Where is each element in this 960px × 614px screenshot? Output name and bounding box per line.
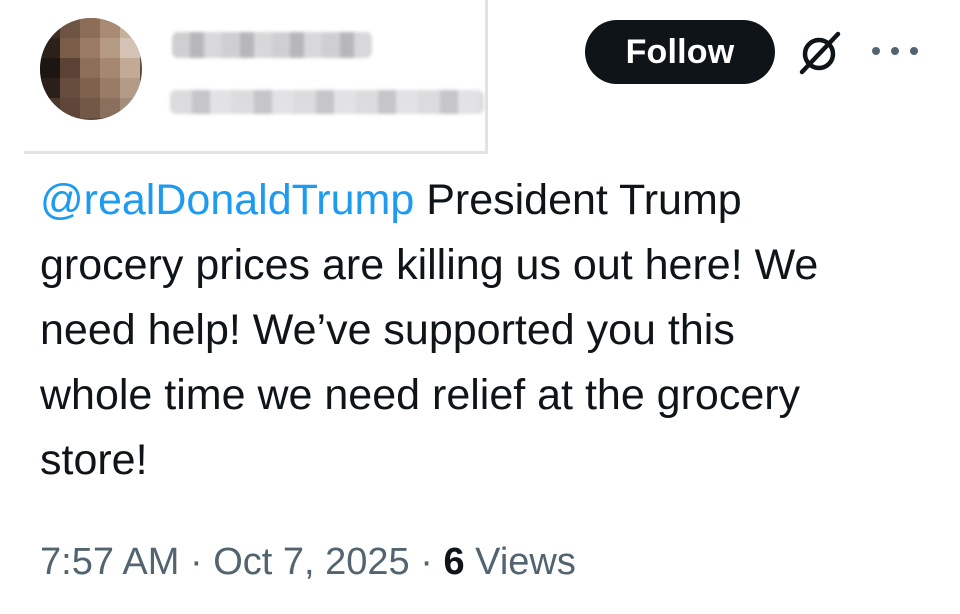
- avatar-pixel: [80, 98, 100, 118]
- grok-icon[interactable]: [796, 30, 842, 76]
- avatar-pixel: [60, 98, 80, 118]
- more-dot: [910, 47, 918, 55]
- tweet-card: Follow @realDonaldTrump President Trump …: [0, 0, 960, 614]
- avatar-pixel: [100, 38, 120, 58]
- mention-link[interactable]: @realDonaldTrump: [40, 176, 414, 224]
- avatar-pixel: [40, 38, 60, 58]
- avatar-pixel: [100, 18, 120, 38]
- meta-separator: ·: [189, 541, 203, 583]
- tweet-line: grocery prices are killing us out here! …: [40, 241, 819, 289]
- avatar-pixel: [100, 78, 120, 98]
- avatar-pixel: [40, 58, 60, 78]
- tweet-time[interactable]: 7:57 AM: [40, 541, 179, 583]
- views-count[interactable]: 6: [443, 541, 464, 583]
- meta-separator: ·: [420, 541, 433, 583]
- avatar-pixel: [80, 58, 100, 78]
- avatar[interactable]: [40, 18, 142, 120]
- avatar-pixel: [40, 18, 60, 38]
- avatar-pixel: [60, 58, 80, 78]
- tweet-line: whole time we need relief at the grocery: [40, 371, 801, 419]
- tweet-meta: 7:57 AM · Oct 7, 2025 · 6 Views: [40, 536, 576, 588]
- tweet-date[interactable]: Oct 7, 2025: [213, 541, 409, 583]
- more-dot: [872, 47, 880, 55]
- views-label: Views: [475, 541, 576, 583]
- avatar-pixel: [120, 98, 140, 118]
- follow-button[interactable]: Follow: [585, 20, 775, 84]
- avatar-pixel: [40, 78, 60, 98]
- tweet-text: @realDonaldTrump President Trump grocery…: [40, 168, 920, 493]
- avatar-pixel: [100, 98, 120, 118]
- avatar-pixel: [80, 18, 100, 38]
- avatar-pixel: [120, 78, 140, 98]
- tweet-line: President Trump: [414, 176, 742, 224]
- avatar-pixel: [80, 38, 100, 58]
- tweet-line: store!: [40, 436, 148, 484]
- redacted-display-name: [172, 32, 372, 58]
- avatar-pixel: [120, 18, 140, 38]
- avatar-pixel: [120, 58, 140, 78]
- avatar-pixel: [60, 18, 80, 38]
- tweet-line: need help! We’ve supported you this: [40, 306, 735, 354]
- avatar-pixel: [100, 58, 120, 78]
- avatar-pixel: [80, 78, 100, 98]
- more-dot: [891, 47, 899, 55]
- redacted-username: [170, 90, 484, 114]
- avatar-pixel: [120, 38, 140, 58]
- more-options-icon[interactable]: [872, 44, 918, 58]
- avatar-pixel: [60, 38, 80, 58]
- avatar-pixel: [40, 98, 60, 118]
- author-header: [24, 0, 488, 154]
- avatar-pixel: [60, 78, 80, 98]
